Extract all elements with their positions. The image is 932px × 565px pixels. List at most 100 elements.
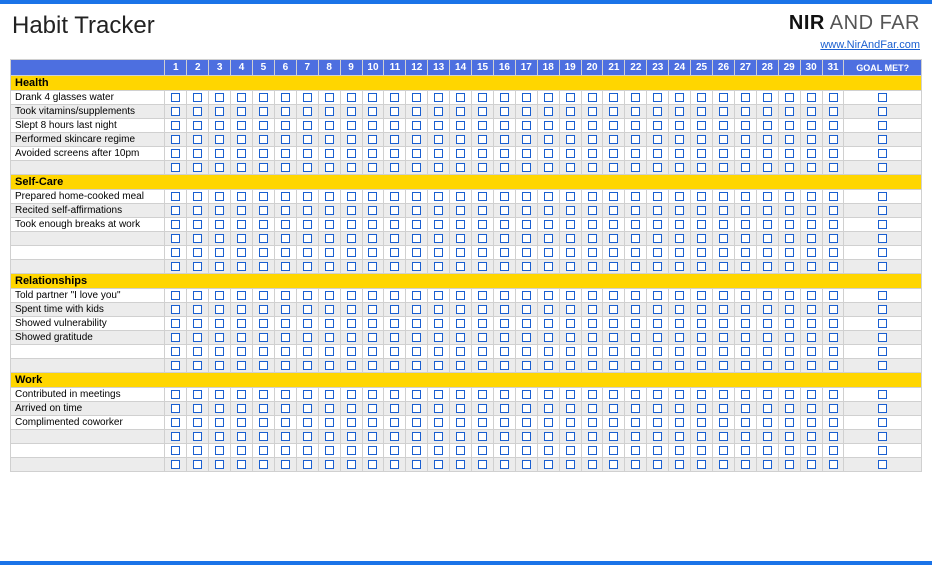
checkbox-icon[interactable]	[347, 220, 356, 229]
checkbox-icon[interactable]	[544, 305, 553, 314]
day-cell[interactable]	[515, 345, 537, 359]
checkbox-icon[interactable]	[347, 305, 356, 314]
day-cell[interactable]	[340, 232, 362, 246]
day-cell[interactable]	[428, 317, 450, 331]
day-cell[interactable]	[252, 147, 274, 161]
checkbox-icon[interactable]	[609, 319, 618, 328]
day-cell[interactable]	[581, 430, 603, 444]
day-cell[interactable]	[209, 317, 231, 331]
checkbox-icon[interactable]	[478, 192, 487, 201]
day-cell[interactable]	[493, 218, 515, 232]
checkbox-icon[interactable]	[522, 333, 531, 342]
day-cell[interactable]	[537, 147, 559, 161]
checkbox-icon[interactable]	[193, 192, 202, 201]
checkbox-icon[interactable]	[631, 418, 640, 427]
checkbox-icon[interactable]	[609, 390, 618, 399]
checkbox-icon[interactable]	[412, 163, 421, 172]
day-cell[interactable]	[756, 359, 778, 373]
checkbox-icon[interactable]	[697, 404, 706, 413]
checkbox-icon[interactable]	[412, 248, 421, 257]
day-cell[interactable]	[625, 260, 647, 274]
checkbox-icon[interactable]	[347, 262, 356, 271]
checkbox-icon[interactable]	[237, 305, 246, 314]
day-cell[interactable]	[822, 119, 844, 133]
checkbox-icon[interactable]	[522, 149, 531, 158]
day-cell[interactable]	[187, 331, 209, 345]
checkbox-icon[interactable]	[544, 93, 553, 102]
checkbox-icon[interactable]	[544, 291, 553, 300]
goal-cell[interactable]	[844, 204, 922, 218]
day-cell[interactable]	[537, 317, 559, 331]
day-cell[interactable]	[340, 317, 362, 331]
checkbox-icon[interactable]	[456, 446, 465, 455]
checkbox-icon[interactable]	[697, 390, 706, 399]
checkbox-icon[interactable]	[878, 390, 887, 399]
day-cell[interactable]	[581, 359, 603, 373]
day-cell[interactable]	[778, 232, 800, 246]
day-cell[interactable]	[581, 444, 603, 458]
day-cell[interactable]	[822, 458, 844, 472]
day-cell[interactable]	[493, 458, 515, 472]
checkbox-icon[interactable]	[237, 291, 246, 300]
day-cell[interactable]	[209, 91, 231, 105]
checkbox-icon[interactable]	[368, 418, 377, 427]
checkbox-icon[interactable]	[653, 460, 662, 469]
checkbox-icon[interactable]	[653, 135, 662, 144]
checkbox-icon[interactable]	[412, 347, 421, 356]
checkbox-icon[interactable]	[566, 192, 575, 201]
checkbox-icon[interactable]	[325, 446, 334, 455]
day-cell[interactable]	[340, 218, 362, 232]
day-cell[interactable]	[450, 260, 472, 274]
day-cell[interactable]	[559, 260, 581, 274]
day-cell[interactable]	[274, 317, 296, 331]
day-cell[interactable]	[406, 246, 428, 260]
checkbox-icon[interactable]	[171, 149, 180, 158]
day-cell[interactable]	[778, 402, 800, 416]
checkbox-icon[interactable]	[566, 234, 575, 243]
checkbox-icon[interactable]	[259, 107, 268, 116]
checkbox-icon[interactable]	[763, 234, 772, 243]
day-cell[interactable]	[450, 289, 472, 303]
checkbox-icon[interactable]	[675, 432, 684, 441]
checkbox-icon[interactable]	[281, 192, 290, 201]
day-cell[interactable]	[800, 331, 822, 345]
day-cell[interactable]	[274, 303, 296, 317]
day-cell[interactable]	[187, 105, 209, 119]
day-cell[interactable]	[625, 359, 647, 373]
checkbox-icon[interactable]	[434, 460, 443, 469]
day-cell[interactable]	[493, 105, 515, 119]
checkbox-icon[interactable]	[193, 305, 202, 314]
day-cell[interactable]	[537, 218, 559, 232]
day-cell[interactable]	[581, 458, 603, 472]
checkbox-icon[interactable]	[544, 121, 553, 130]
checkbox-icon[interactable]	[631, 192, 640, 201]
day-cell[interactable]	[603, 190, 625, 204]
day-cell[interactable]	[428, 458, 450, 472]
checkbox-icon[interactable]	[631, 347, 640, 356]
day-cell[interactable]	[209, 416, 231, 430]
day-cell[interactable]	[669, 458, 691, 472]
checkbox-icon[interactable]	[566, 347, 575, 356]
checkbox-icon[interactable]	[259, 163, 268, 172]
checkbox-icon[interactable]	[193, 262, 202, 271]
checkbox-icon[interactable]	[434, 432, 443, 441]
day-cell[interactable]	[734, 345, 756, 359]
checkbox-icon[interactable]	[785, 234, 794, 243]
checkbox-icon[interactable]	[653, 234, 662, 243]
checkbox-icon[interactable]	[807, 460, 816, 469]
checkbox-icon[interactable]	[588, 333, 597, 342]
day-cell[interactable]	[209, 359, 231, 373]
checkbox-icon[interactable]	[171, 390, 180, 399]
checkbox-icon[interactable]	[325, 93, 334, 102]
checkbox-icon[interactable]	[456, 347, 465, 356]
checkbox-icon[interactable]	[325, 347, 334, 356]
day-cell[interactable]	[384, 260, 406, 274]
day-cell[interactable]	[209, 119, 231, 133]
day-cell[interactable]	[713, 119, 735, 133]
checkbox-icon[interactable]	[171, 404, 180, 413]
checkbox-icon[interactable]	[631, 248, 640, 257]
checkbox-icon[interactable]	[588, 319, 597, 328]
checkbox-icon[interactable]	[544, 390, 553, 399]
checkbox-icon[interactable]	[478, 149, 487, 158]
checkbox-icon[interactable]	[807, 446, 816, 455]
